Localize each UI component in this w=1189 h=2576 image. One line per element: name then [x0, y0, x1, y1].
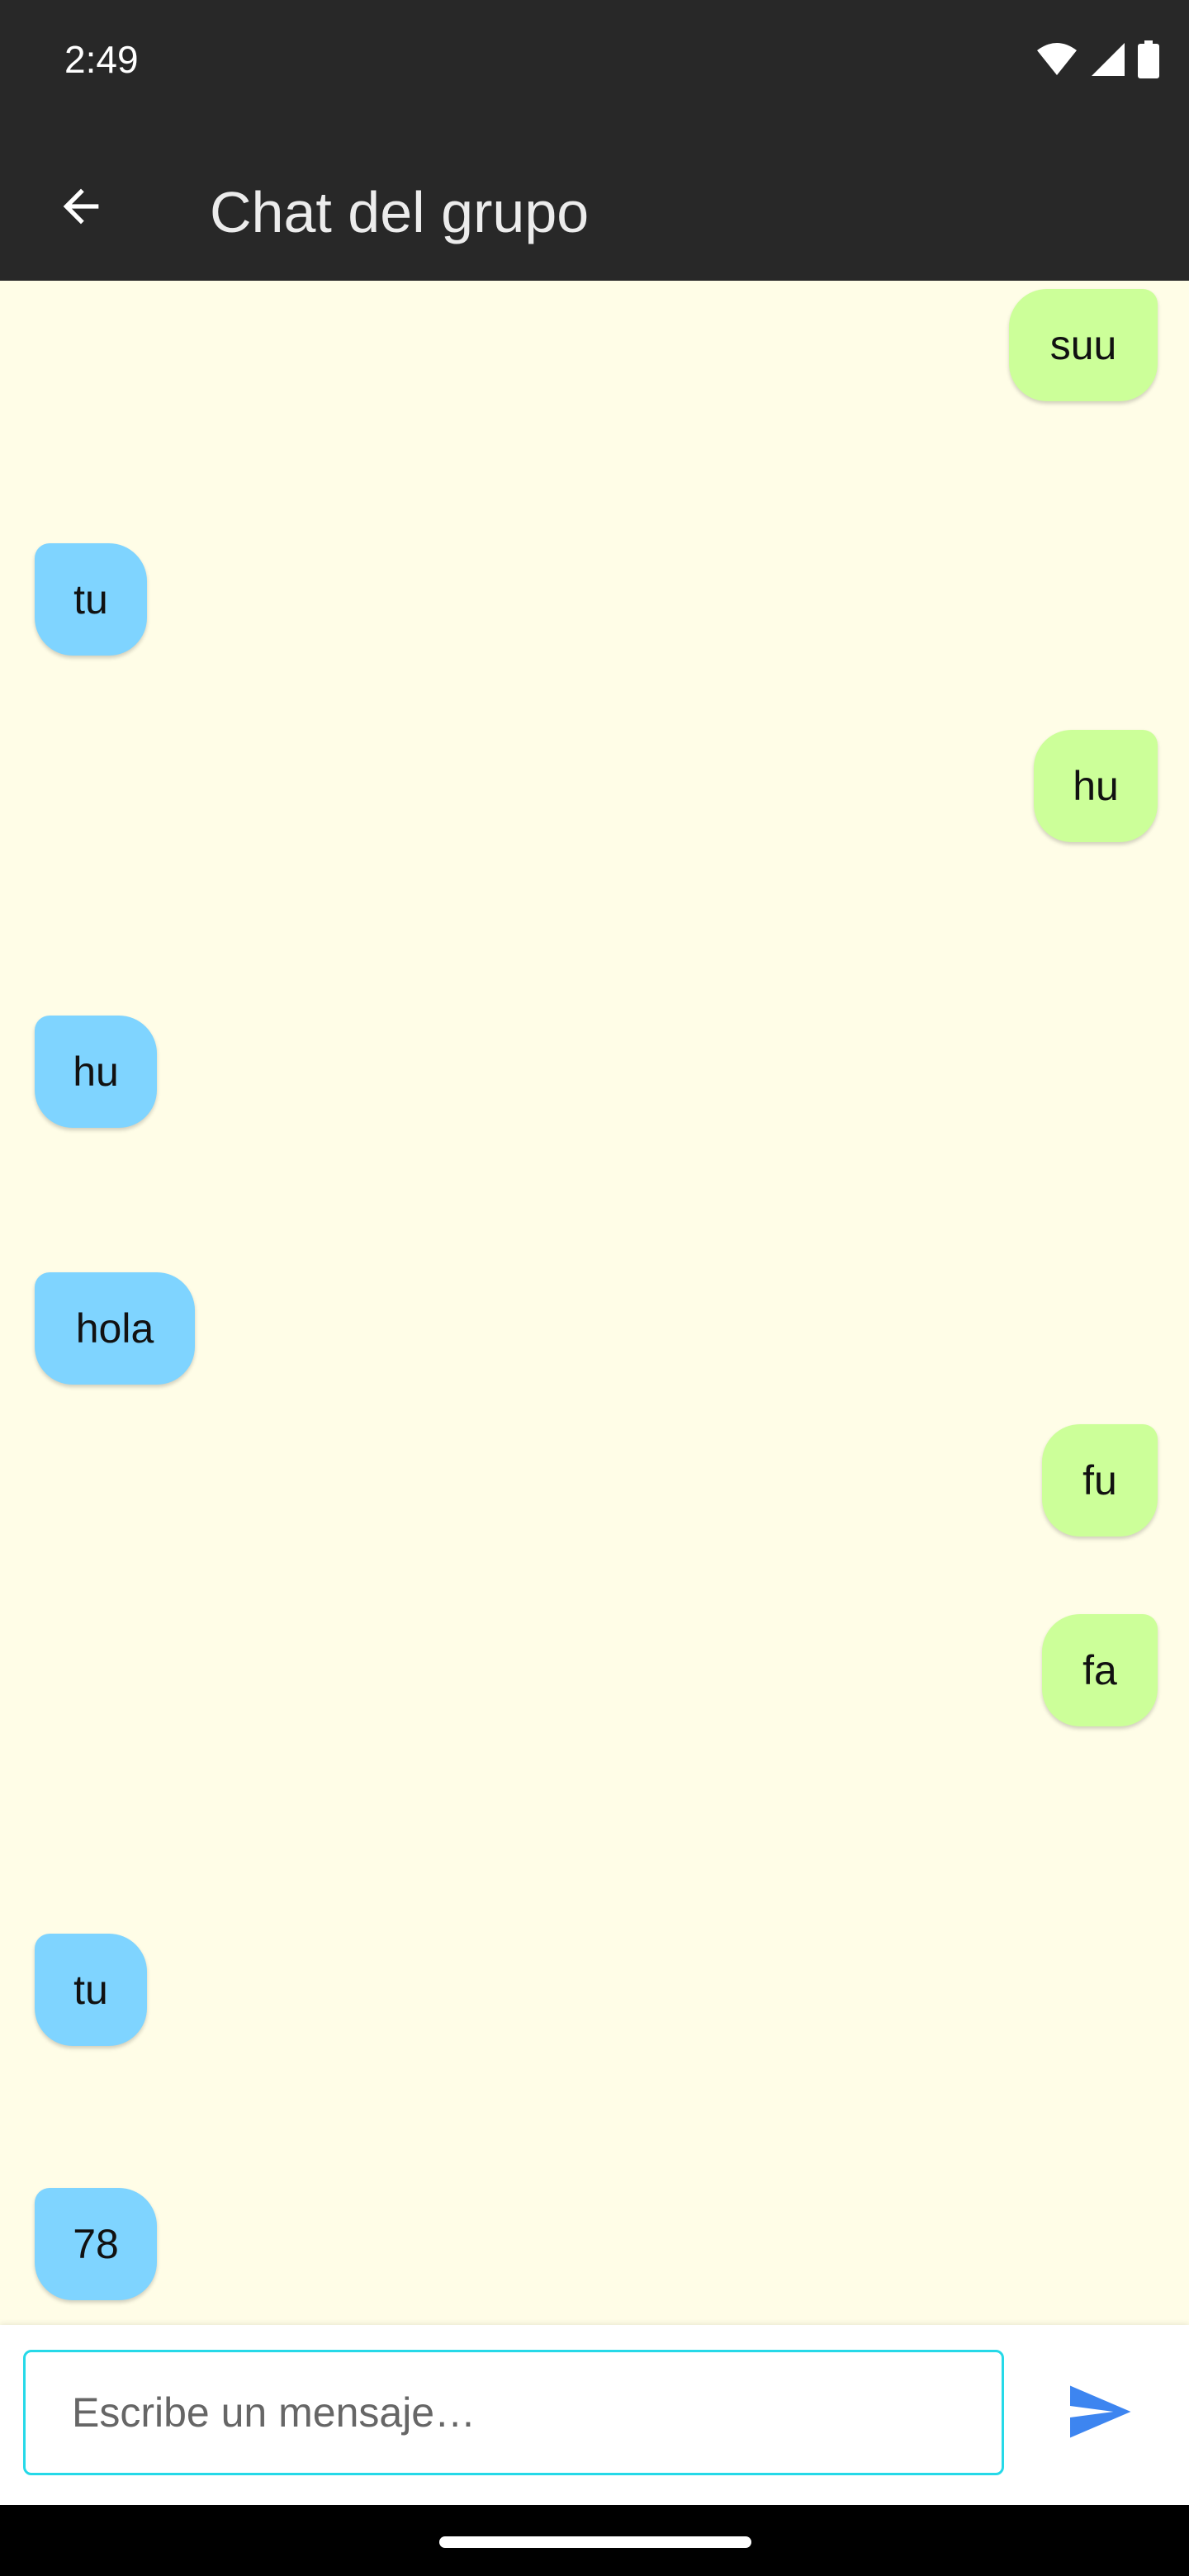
message-item: tu [0, 1833, 1189, 2081]
chat-message-list[interactable]: suu tu hu hu hola fu fa tu 78 [0, 281, 1189, 2325]
message-bubble-incoming[interactable]: tu [35, 1934, 147, 2046]
message-input[interactable] [23, 2350, 1004, 2475]
message-bubble-incoming[interactable]: tu [35, 543, 147, 656]
message-bubble-incoming[interactable]: hu [35, 1016, 157, 1128]
message-item: tu [0, 471, 1189, 685]
message-bubble-outgoing[interactable]: fu [1042, 1424, 1158, 1537]
back-button[interactable] [41, 167, 121, 246]
message-item: hu [0, 727, 1189, 916]
status-time: 2:49 [64, 38, 139, 81]
status-icons [1035, 40, 1159, 79]
message-text: tu [73, 1967, 108, 2013]
message-composer [0, 2325, 1189, 2505]
message-bubble-outgoing[interactable]: hu [1034, 730, 1158, 842]
arrow-back-icon [63, 188, 99, 225]
message-text: 78 [73, 2221, 119, 2267]
message-text: hu [73, 1049, 119, 1095]
status-bar: 2:49 [0, 0, 1189, 119]
message-bubble-outgoing[interactable]: fa [1042, 1614, 1158, 1726]
message-text: hu [1073, 763, 1119, 809]
message-text: tu [73, 576, 108, 623]
message-bubble-outgoing[interactable]: suu [1009, 289, 1158, 401]
message-text: hola [75, 1305, 154, 1352]
system-nav-bar [0, 2505, 1189, 2576]
page-title: Chat del grupo [210, 180, 590, 244]
signal-icon [1092, 43, 1125, 76]
battery-icon [1138, 40, 1159, 78]
message-item: suu [0, 281, 1189, 471]
message-text: suu [1049, 322, 1117, 368]
send-icon [1070, 2385, 1131, 2438]
message-bubble-incoming[interactable]: 78 [35, 2188, 157, 2300]
message-bubble-incoming[interactable]: hola [35, 1272, 195, 1385]
home-gesture-handle[interactable] [439, 2536, 751, 2548]
send-button[interactable] [1054, 2366, 1144, 2457]
message-text: fu [1082, 1457, 1117, 1503]
message-item: hola [0, 1177, 1189, 1424]
message-item: hu [0, 916, 1189, 1164]
wifi-icon [1037, 43, 1077, 75]
app-bar: Chat del grupo [0, 119, 1189, 281]
message-item: 78 [0, 2089, 1189, 2325]
message-item: fa [0, 1614, 1189, 1804]
message-text: fa [1082, 1647, 1117, 1693]
message-item: fu [0, 1424, 1189, 1614]
